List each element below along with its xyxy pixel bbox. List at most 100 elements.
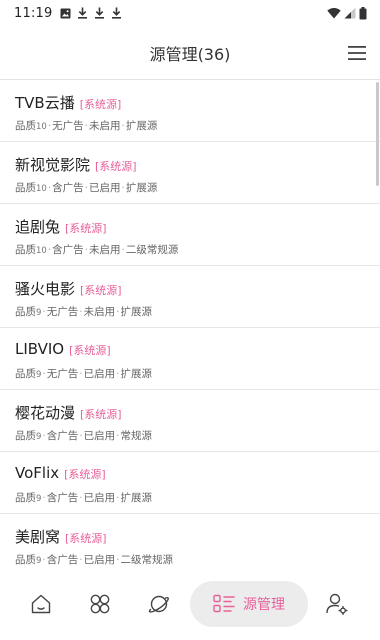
- quality-label: 品质: [15, 306, 36, 318]
- nav-source-management[interactable]: 源管理: [190, 581, 308, 627]
- photo-icon: [60, 8, 71, 18]
- source-meta: 品质10·含广告·已启用·扩展源: [15, 182, 158, 194]
- list-scrollbar[interactable]: [376, 82, 379, 186]
- source-name: LIBVIO: [15, 340, 65, 358]
- quality-label: 品质: [15, 492, 36, 504]
- quality-value: 9: [36, 370, 42, 380]
- wifi-icon: [327, 8, 341, 19]
- nav-profile[interactable]: [316, 581, 358, 627]
- source-tag: [系统源]: [69, 344, 111, 357]
- quality-label: 品质: [15, 120, 36, 132]
- status-bar: 11:19: [0, 0, 380, 26]
- quality-label: 品质: [15, 430, 36, 442]
- source-name: TVB云播: [15, 94, 75, 112]
- quality-value: 9: [36, 494, 42, 504]
- quality-label: 品质: [15, 182, 36, 194]
- quality-value: 10: [36, 246, 47, 256]
- source-item[interactable]: 追剧兔 [系统源] 品质10·含广告·未启用·二级常规源: [0, 204, 380, 266]
- list-icon: [213, 594, 235, 613]
- source-name: 樱花动漫: [15, 404, 76, 422]
- ads-status: 无广告: [46, 306, 79, 318]
- source-meta: 品质9·含广告·已启用·扩展源: [15, 492, 152, 504]
- source-item[interactable]: 樱花动漫 [系统源] 品质9·含广告·已启用·常规源: [0, 390, 380, 452]
- battery-icon: [359, 6, 367, 19]
- quality-label: 品质: [15, 554, 36, 566]
- enable-status: 未启用: [89, 244, 121, 256]
- source-name: 骚火电影: [15, 280, 76, 298]
- enable-status: 已启用: [89, 182, 121, 194]
- source-type: 二级常规源: [120, 554, 173, 566]
- download-icon: [95, 7, 105, 19]
- ads-status: 含广告: [46, 554, 79, 566]
- source-type: 扩展源: [120, 368, 152, 380]
- system-icons: [327, 6, 367, 20]
- enable-status: 已启用: [83, 368, 116, 380]
- source-name: 追剧兔: [15, 218, 61, 236]
- source-tag: [系统源]: [79, 98, 122, 111]
- nav-home[interactable]: [20, 581, 62, 627]
- enable-status: 未启用: [83, 306, 116, 318]
- ads-status: 含广告: [52, 182, 84, 194]
- source-tag: [系统源]: [80, 408, 122, 421]
- source-name: VoFlix: [15, 464, 60, 482]
- planet-icon: [148, 595, 169, 613]
- source-type: 二级常规源: [125, 244, 179, 256]
- source-item[interactable]: 美剧窝 [系统源] 品质9·含广告·已启用·二级常规源: [0, 514, 380, 567]
- ads-status: 含广告: [46, 492, 79, 504]
- hamburger-menu-icon: [348, 46, 366, 60]
- source-meta: 品质9·含广告·已启用·常规源: [15, 430, 152, 442]
- source-type: 扩展源: [125, 182, 158, 194]
- enable-status: 未启用: [89, 120, 121, 132]
- download-icon: [78, 7, 88, 19]
- quality-value: 9: [36, 556, 42, 566]
- quality-value: 9: [36, 308, 42, 318]
- signal-icon: [344, 7, 356, 19]
- notification-icons: [60, 7, 122, 19]
- source-item[interactable]: 骚火电影 [系统源] 品质9·无广告·未启用·扩展源: [0, 266, 380, 328]
- source-item[interactable]: VoFlix [系统源] 品质9·含广告·已启用·扩展源: [0, 452, 380, 514]
- source-meta: 品质10·含广告·未启用·二级常规源: [15, 244, 179, 256]
- source-type: 扩展源: [120, 492, 152, 504]
- quality-label: 品质: [15, 244, 36, 256]
- ads-status: 无广告: [46, 368, 79, 380]
- source-type: 常规源: [120, 430, 152, 442]
- enable-status: 已启用: [83, 430, 116, 442]
- source-meta: 品质10·无广告·未启用·扩展源: [15, 120, 158, 132]
- source-tag: [系统源]: [65, 222, 107, 235]
- download-icon: [112, 7, 122, 19]
- nav-active-label: 源管理: [243, 597, 285, 613]
- quality-label: 品质: [15, 368, 36, 380]
- quality-value: 9: [36, 432, 42, 442]
- source-item[interactable]: TVB云播 [系统源] 品质10·无广告·未启用·扩展源: [0, 80, 380, 142]
- grid-flower-icon: [90, 594, 110, 614]
- status-time: 11:19: [14, 5, 53, 21]
- quality-value: 10: [36, 122, 47, 132]
- enable-status: 已启用: [83, 492, 116, 504]
- ads-status: 含广告: [46, 430, 79, 442]
- home-icon: [31, 594, 51, 614]
- nav-explore[interactable]: [138, 581, 180, 627]
- enable-status: 已启用: [83, 554, 116, 566]
- ads-status: 无广告: [52, 120, 84, 132]
- source-meta: 品质9·含广告·已启用·二级常规源: [15, 554, 173, 566]
- source-tag: [系统源]: [80, 284, 122, 297]
- source-item[interactable]: LIBVIO [系统源] 品质9·无广告·已启用·扩展源: [0, 328, 380, 390]
- ads-status: 含广告: [52, 244, 84, 256]
- page-title: 源管理(36): [149, 44, 231, 64]
- source-tag: [系统源]: [65, 532, 107, 545]
- source-name: 美剧窝: [15, 528, 61, 546]
- source-item[interactable]: 新视觉影院 [系统源] 品质10·含广告·已启用·扩展源: [0, 142, 380, 204]
- source-type: 扩展源: [125, 120, 158, 132]
- bottom-nav: 源管理: [0, 567, 380, 640]
- source-name: 新视觉影院: [15, 156, 91, 174]
- nav-discover[interactable]: [79, 581, 121, 627]
- source-tag: [系统源]: [95, 160, 137, 173]
- user-settings-icon: [326, 593, 348, 616]
- app-header: 源管理(36): [0, 26, 380, 80]
- menu-button[interactable]: [342, 38, 372, 68]
- source-type: 扩展源: [120, 306, 152, 318]
- source-meta: 品质9·无广告·未启用·扩展源: [15, 306, 152, 318]
- source-meta: 品质9·无广告·已启用·扩展源: [15, 368, 152, 380]
- source-tag: [系统源]: [64, 468, 106, 481]
- source-list: TVB云播 [系统源] 品质10·无广告·未启用·扩展源 新视觉影院 [系统源]…: [0, 80, 380, 567]
